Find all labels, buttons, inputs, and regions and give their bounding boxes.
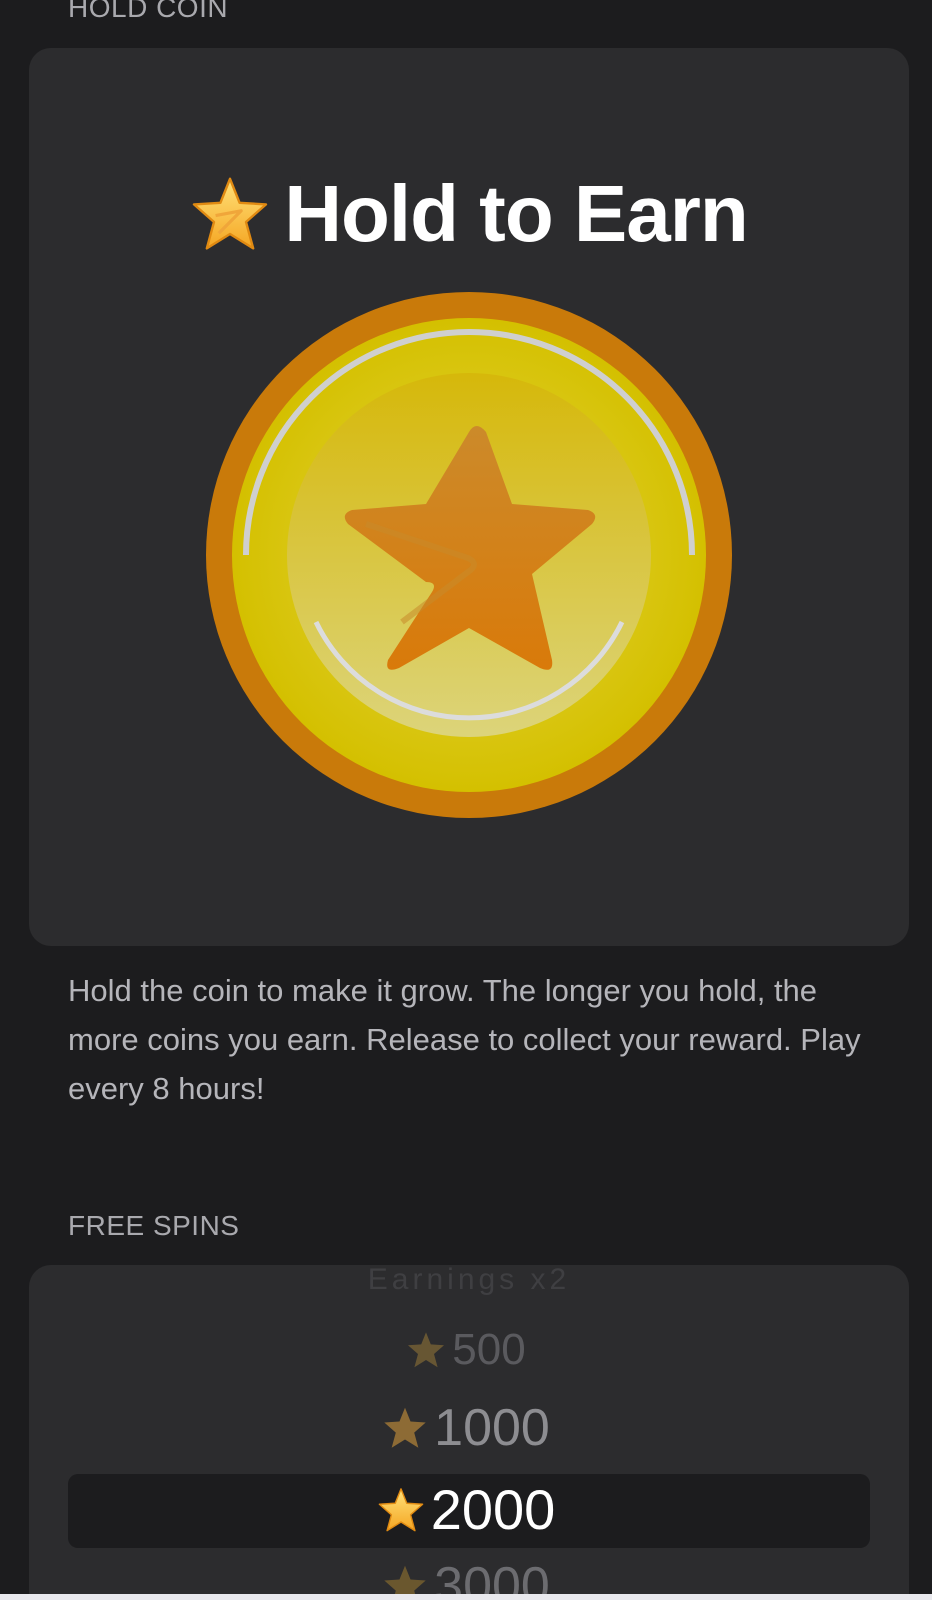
earnings-multiplier-label: Earnings x2 xyxy=(367,1265,571,1296)
free-spins-section-label: FREE SPINS xyxy=(68,1210,240,1241)
star-icon xyxy=(190,174,270,254)
picker-option-1000[interactable]: 1000 xyxy=(0,1402,932,1454)
hold-coin-description: Hold the coin to make it grow. The longe… xyxy=(68,973,861,1106)
hold-coin-section-label: HOLD COIN xyxy=(68,0,229,23)
picker-option-2000[interactable]: 2000 xyxy=(0,1482,932,1538)
hold-coin-screen: HOLD COIN Hold to Earn Hold the coin to … xyxy=(0,0,932,1600)
hold-coin-button[interactable] xyxy=(206,292,732,818)
star-icon xyxy=(384,1407,426,1448)
bottom-edge xyxy=(0,1594,932,1600)
hold-title-text: Hold to Earn xyxy=(284,169,749,258)
star-icon xyxy=(408,1332,445,1368)
hold-title: Hold to Earn xyxy=(29,174,909,254)
picker-option-500[interactable]: 500 xyxy=(0,1328,932,1372)
hold-coin-card: Hold to Earn xyxy=(29,48,909,946)
picker-option-label: 500 xyxy=(452,1325,526,1374)
picker-option-label: 2000 xyxy=(430,1478,556,1541)
picker-option-label: 1000 xyxy=(434,1399,550,1457)
star-icon xyxy=(378,1488,424,1532)
star-coin-icon xyxy=(206,292,732,818)
